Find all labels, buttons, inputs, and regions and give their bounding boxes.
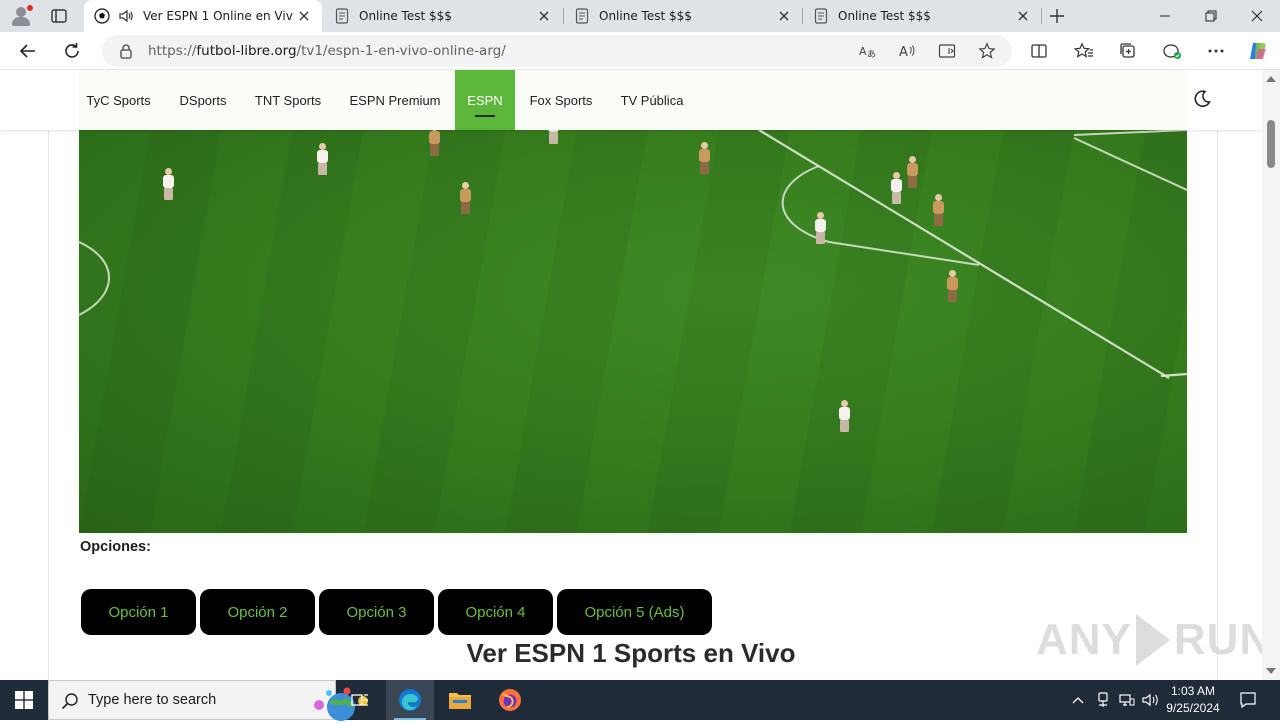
browser-essentials-icon[interactable] [1159, 38, 1185, 64]
player-figure [548, 130, 559, 146]
player-figure [907, 156, 918, 190]
usb-device-icon[interactable] [1094, 680, 1112, 720]
play-triangle-icon [1135, 614, 1170, 666]
player-figure [947, 270, 958, 304]
taskbar-search[interactable]: Type here to search [48, 680, 368, 721]
taskbar-clock[interactable]: 1:03 AM 9/25/2024 [1160, 683, 1226, 717]
option-3-button[interactable]: Opción 3 [319, 589, 434, 635]
tab-separator [1041, 8, 1042, 24]
player-figure [699, 142, 710, 176]
tab-title: Online Test $$$ [359, 9, 452, 23]
file-explorer-icon[interactable] [436, 680, 484, 720]
option-4-button[interactable]: Opción 4 [438, 589, 553, 635]
page-icon [813, 8, 829, 24]
tab-title: Ver ESPN 1 Online en Vivo | F [143, 9, 293, 23]
close-window-icon[interactable] [1234, 0, 1280, 32]
browser-tab[interactable]: Online Test $$$ [324, 0, 562, 32]
search-placeholder: Type here to search [88, 692, 217, 708]
nav-item-espn-premium[interactable]: ESPN Premium [339, 70, 451, 130]
player-figure [815, 212, 826, 246]
anyrun-watermark: ANY RUN [1036, 614, 1262, 666]
tab-actions-icon[interactable] [50, 7, 68, 25]
page-icon [334, 8, 350, 24]
tab-title: Online Test $$$ [599, 9, 692, 23]
firefox-icon[interactable] [486, 680, 534, 720]
page-icon [574, 8, 590, 24]
pitch-lines [79, 130, 1187, 379]
svg-text:あ: あ [867, 49, 876, 60]
clock-time: 1:03 AM [1170, 684, 1216, 698]
edge-taskbar-icon[interactable] [386, 680, 434, 720]
network-icon[interactable] [1117, 680, 1137, 720]
minimize-icon[interactable] [1142, 0, 1188, 32]
player-figure [839, 400, 850, 434]
copilot-icon[interactable] [1245, 38, 1271, 64]
read-aloud-icon[interactable]: A [898, 42, 916, 60]
scrollbar-thumb[interactable] [1267, 120, 1275, 168]
collections-icon[interactable] [1115, 38, 1141, 64]
volume-icon[interactable] [1141, 680, 1161, 720]
immersive-reader-icon[interactable] [938, 42, 956, 60]
translate-icon[interactable]: Aあ [858, 42, 876, 60]
scroll-down-arrow-icon[interactable] [1266, 668, 1276, 674]
split-screen-icon[interactable] [1026, 38, 1052, 64]
clock-date: 9/25/2024 [1166, 701, 1220, 715]
video-player[interactable] [79, 130, 1187, 533]
option-1-button[interactable]: Opción 1 [81, 589, 196, 635]
close-tab-icon[interactable] [296, 8, 312, 24]
lock-icon[interactable] [118, 43, 134, 59]
windows-start-icon[interactable] [0, 680, 48, 720]
show-hidden-icons-chevron-icon[interactable] [1070, 680, 1086, 720]
close-tab-icon[interactable] [536, 8, 552, 24]
url-text: https://futbol-libre.org/tv1/espn-1-en-v… [148, 43, 506, 59]
favorite-star-icon[interactable] [978, 42, 996, 60]
player-figure [317, 143, 328, 177]
player-figure [429, 130, 440, 158]
dark-mode-moon-icon[interactable] [1192, 89, 1212, 109]
browser-tab-active[interactable]: Ver ESPN 1 Online en Vivo | F [84, 0, 322, 32]
search-icon [61, 692, 79, 710]
svg-text:A: A [899, 45, 908, 60]
notifications-icon[interactable] [1234, 680, 1262, 720]
page-scrollbar[interactable] [1262, 70, 1280, 680]
scroll-up-arrow-icon[interactable] [1266, 76, 1276, 82]
player-figure [891, 172, 902, 206]
tab-title: Online Test $$$ [838, 9, 931, 23]
nav-item-tyc-sports[interactable]: TyC Sports [79, 70, 158, 130]
site-nav: TyC Sports DSports TNT Sports ESPN Premi… [0, 70, 1262, 130]
profile-icon[interactable] [10, 5, 33, 27]
nav-item-fox-sports[interactable]: Fox Sports [519, 70, 603, 130]
windows-taskbar: Type here to search 1:03 AM 9/25/2024 [0, 680, 1280, 721]
player-figure [460, 182, 471, 216]
close-tab-icon[interactable] [776, 8, 792, 24]
address-bar[interactable]: https://futbol-libre.org/tv1/espn-1-en-v… [102, 35, 1012, 67]
svg-text:A: A [859, 45, 867, 58]
new-tab-icon[interactable] [1046, 5, 1068, 27]
nav-item-tnt-sports[interactable]: TNT Sports [247, 70, 329, 130]
options-label: Opciones: [80, 539, 151, 555]
task-view-icon[interactable] [336, 680, 384, 720]
settings-more-icon[interactable] [1203, 38, 1229, 64]
option-5-ads-button[interactable]: Opción 5 (Ads) [557, 589, 712, 635]
browser-tab[interactable]: Online Test $$$ [564, 0, 802, 32]
nav-inner: TyC Sports DSports TNT Sports ESPN Premi… [79, 70, 1187, 130]
refresh-icon[interactable] [59, 38, 85, 64]
nav-item-dsports[interactable]: DSports [165, 70, 241, 130]
favorites-icon[interactable] [1071, 38, 1097, 64]
speaker-icon[interactable] [118, 8, 134, 24]
player-figure [933, 194, 944, 228]
nav-item-espn[interactable]: ESPN [455, 70, 515, 130]
browser-toolbar: https://futbol-libre.org/tv1/espn-1-en-v… [0, 32, 1280, 70]
page-viewport: TyC Sports DSports TNT Sports ESPN Premi… [0, 70, 1262, 680]
browser-tab[interactable]: Online Test $$$ [803, 0, 1041, 32]
browser-tab-strip: Ver ESPN 1 Online en Vivo | F Online Tes… [0, 0, 1280, 32]
close-tab-icon[interactable] [1015, 8, 1031, 24]
nav-item-tv-publica[interactable]: TV Pública [611, 70, 693, 130]
back-arrow-icon[interactable] [15, 38, 41, 64]
soccer-ball-icon [94, 8, 110, 24]
option-2-button[interactable]: Opción 2 [200, 589, 315, 635]
restore-icon[interactable] [1188, 0, 1234, 32]
player-figure [163, 168, 174, 202]
